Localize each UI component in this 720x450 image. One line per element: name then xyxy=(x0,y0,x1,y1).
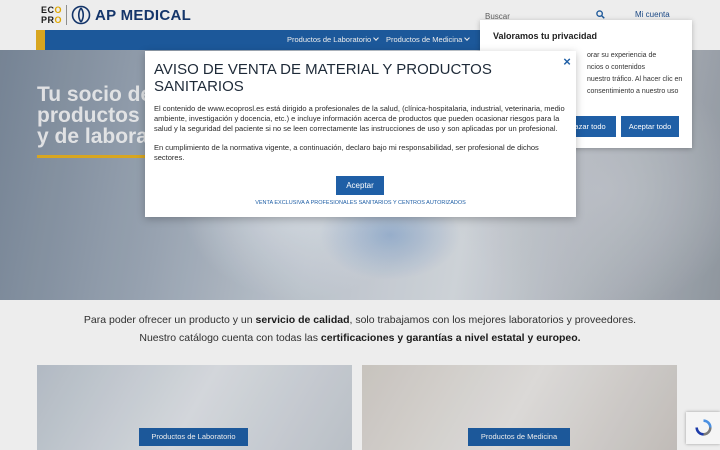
sales-notice-modal: × AVISO DE VENTA DE MATERIAL Y PRODUCTOS… xyxy=(145,51,576,217)
modal-title: AVISO DE VENTA DE MATERIAL Y PRODUCTOS S… xyxy=(154,61,492,95)
modal-body: El contenido de www.ecoprosl.es está dir… xyxy=(154,104,567,163)
modal-paragraph: En cumplimiento de la normativa vigente,… xyxy=(154,143,539,162)
privacy-title: Valoramos tu privacidad xyxy=(493,31,598,41)
modal-paragraph: El contenido de www.ecoprosl.es está dir… xyxy=(154,104,565,133)
modal-accept-button[interactable]: Aceptar xyxy=(336,176,384,195)
close-icon[interactable]: × xyxy=(561,54,573,69)
recaptcha-badge[interactable] xyxy=(686,412,720,444)
accept-all-button[interactable]: Aceptar todo xyxy=(621,116,679,137)
modal-footnote: VENTA EXCLUSIVA A PROFESIONALES SANITARI… xyxy=(255,200,466,206)
recaptcha-icon xyxy=(695,419,712,436)
